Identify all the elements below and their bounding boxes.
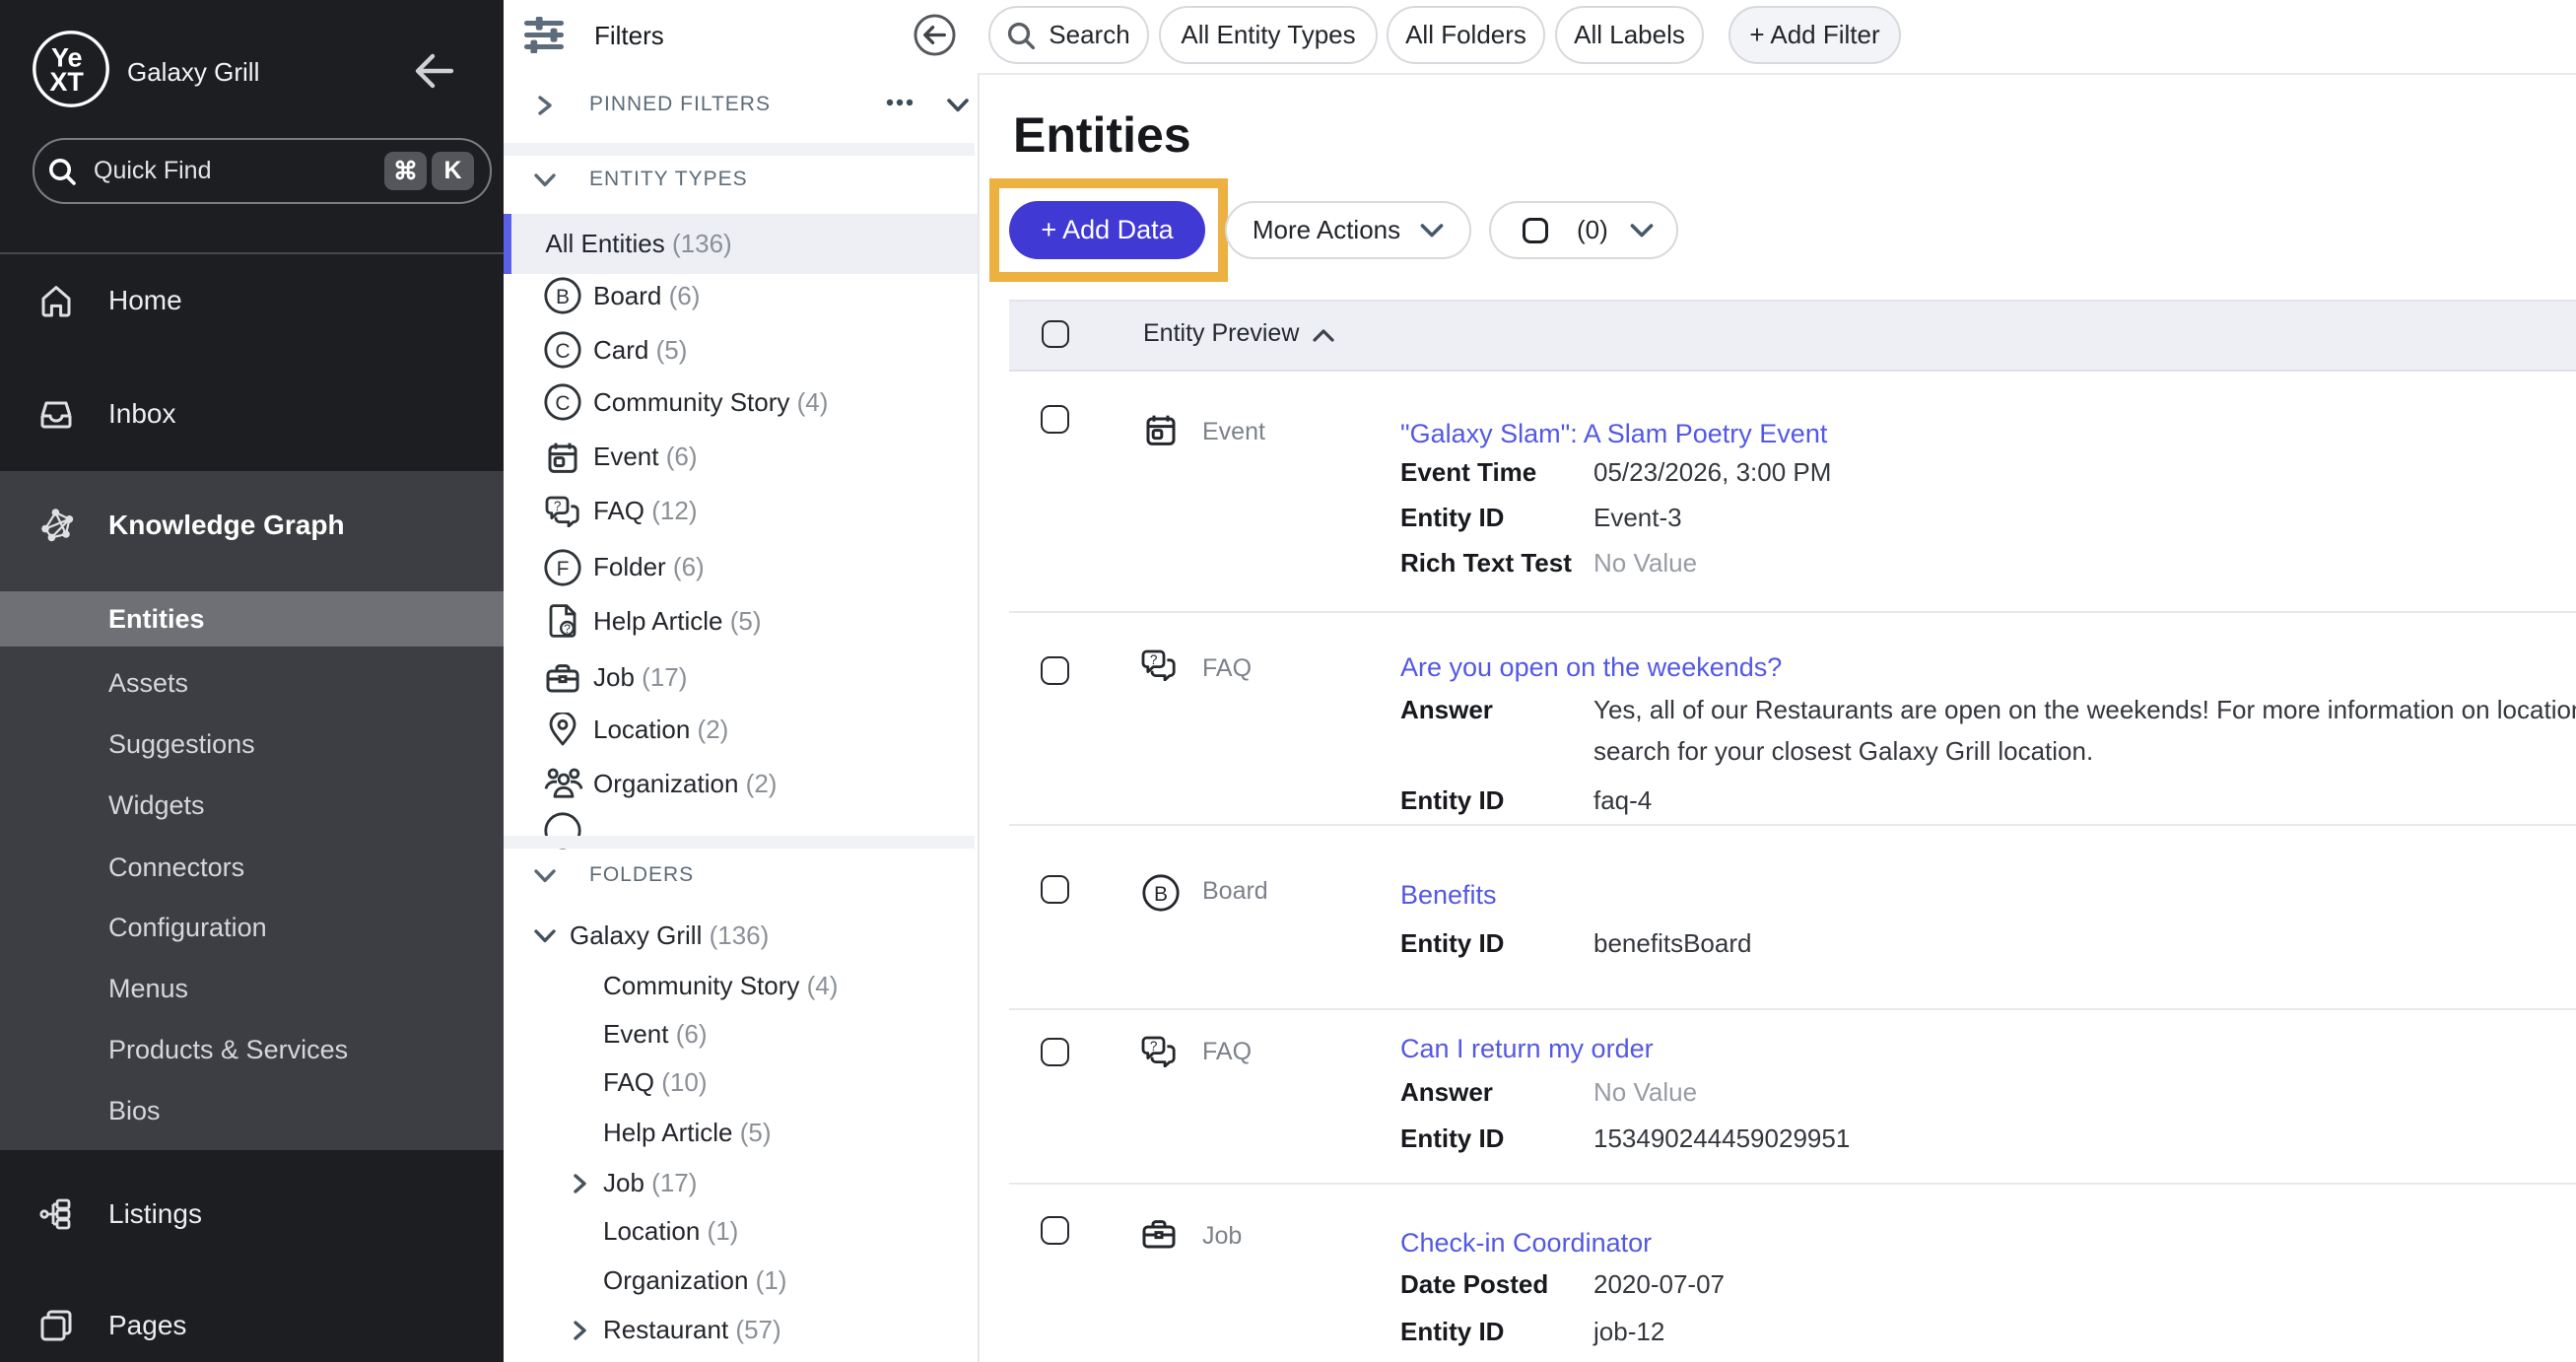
svg-text:XT: XT xyxy=(49,67,84,97)
svg-text:C: C xyxy=(555,392,570,415)
svg-text:F: F xyxy=(557,558,570,580)
svg-text:B: B xyxy=(556,286,570,308)
svg-text:B: B xyxy=(1154,883,1168,906)
svg-text:C: C xyxy=(555,340,570,363)
svg-text:?: ? xyxy=(564,622,571,636)
svg-text:?: ? xyxy=(554,499,562,513)
svg-text:?: ? xyxy=(1150,652,1158,667)
svg-text:?: ? xyxy=(1150,1039,1158,1054)
